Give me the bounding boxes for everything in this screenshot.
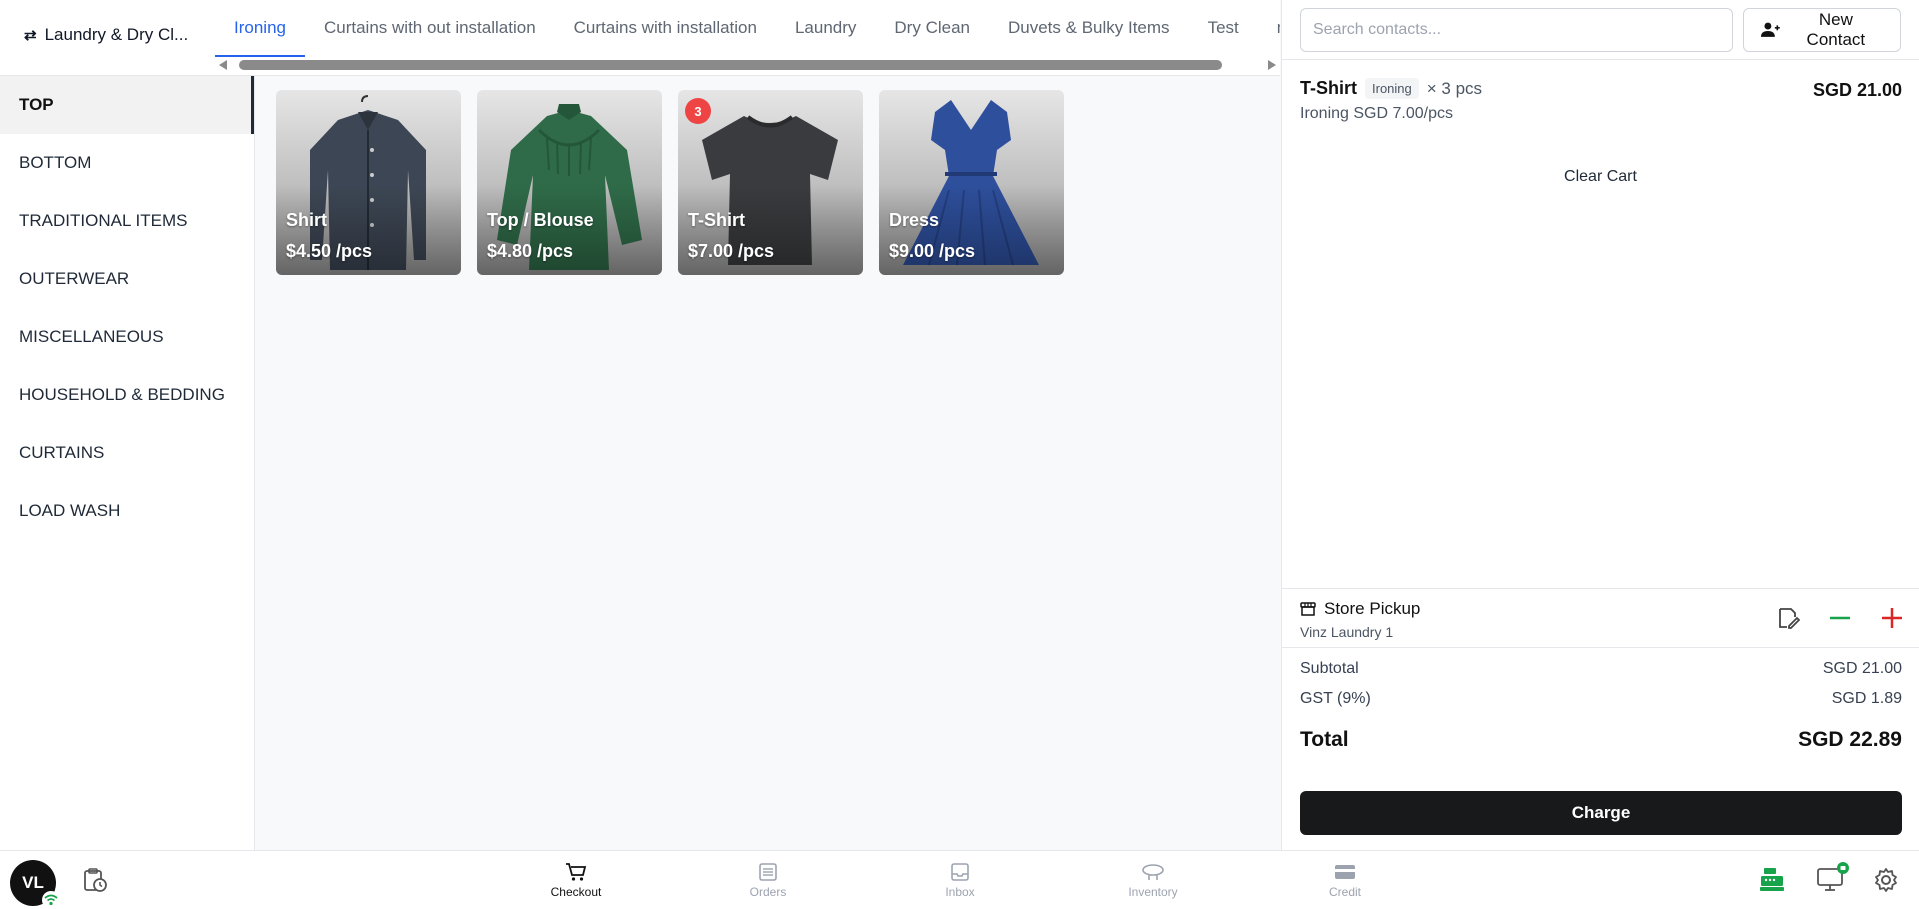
nav-credit[interactable]: Credit: [1285, 851, 1405, 909]
product-name: Top / Blouse: [487, 210, 594, 230]
monitor-icon[interactable]: [1816, 861, 1850, 893]
scrollbar-thumb[interactable]: [239, 60, 1222, 70]
category-household-bedding[interactable]: HOUSEHOLD & BEDDING: [0, 366, 254, 424]
category-load-wash[interactable]: LOAD WASH: [0, 482, 254, 540]
add-user-icon: [1760, 22, 1780, 37]
category-top[interactable]: TOP: [0, 76, 254, 134]
scroll-right-icon[interactable]: [1268, 60, 1276, 70]
nav-inventory[interactable]: Inventory: [1093, 851, 1213, 909]
gear-icon[interactable]: [1873, 867, 1899, 893]
line-item-total: SGD 21.00: [1812, 80, 1902, 100]
line-item-detail: Ironing SGD 7.00/pcs: [1300, 105, 1453, 122]
quantity-badge: 3: [685, 98, 711, 124]
order-totals: Subtotal SGD 21.00 GST (9%) SGD 1.89 Tot…: [1300, 660, 1902, 752]
tab-dry-clean[interactable]: Dry Clean: [875, 0, 989, 57]
credit-icon: [1335, 865, 1355, 879]
clipboard-clock-icon[interactable]: [82, 867, 108, 893]
product-card-t-shirt[interactable]: 3 T-Shirt $7.00 /pcs: [678, 90, 863, 275]
tab-curtains-with-installation[interactable]: Curtains with installation: [555, 0, 776, 57]
product-price: $4.80 /pcs: [487, 241, 574, 261]
category-outerwear[interactable]: OUTERWEAR: [0, 250, 254, 308]
subtotal-label: Subtotal: [1300, 660, 1359, 677]
line-item-name: T-Shirt: [1300, 78, 1357, 98]
product-card-dress[interactable]: Dress $9.00 /pcs: [879, 90, 1064, 275]
product-name: T-Shirt: [688, 210, 745, 230]
tab-ironing[interactable]: Ironing: [215, 0, 305, 57]
decrease-button[interactable]: [1825, 603, 1855, 633]
total-label: Total: [1300, 728, 1349, 751]
new-contact-button[interactable]: New Contact: [1742, 7, 1901, 52]
subtotal-value: SGD 21.00: [1822, 660, 1902, 677]
search-contacts-input[interactable]: [1300, 7, 1733, 52]
product-card-shirt[interactable]: Shirt $4.50 /pcs: [276, 90, 461, 275]
scroll-left-icon[interactable]: [219, 60, 227, 70]
nav-label: Orders: [749, 885, 787, 899]
tab-curtains-without-installation[interactable]: Curtains with out installation: [305, 0, 555, 57]
nav-checkout[interactable]: Checkout: [516, 851, 636, 909]
store-switcher[interactable]: ⇄ Laundry & Dry Cl...: [0, 0, 215, 70]
inventory-icon: [1142, 864, 1164, 880]
product-price: $9.00 /pcs: [889, 241, 976, 261]
new-contact-label: New Contact: [1806, 9, 1866, 49]
store-pickup-section: Store Pickup Vinz Laundry 1: [1282, 588, 1919, 648]
category-sidebar: TOP BOTTOM TRADITIONAL ITEMS OUTERWEAR M…: [0, 76, 255, 850]
swap-icon: ⇄: [24, 27, 37, 44]
edit-note-icon: [1779, 608, 1800, 629]
clear-cart-button[interactable]: Clear Cart: [1282, 168, 1919, 186]
nav-orders[interactable]: Orders: [708, 851, 828, 909]
product-name: Shirt: [286, 210, 328, 230]
cart-line-item[interactable]: T-Shirt Ironing × 3 pcs Ironing SGD 7.00…: [1282, 60, 1919, 150]
tab-test[interactable]: Test: [1189, 0, 1258, 57]
cart-header: New Contact: [1282, 0, 1919, 60]
minus-icon: [1830, 616, 1850, 620]
category-miscellaneous[interactable]: MISCELLANEOUS: [0, 308, 254, 366]
nav-inbox[interactable]: Inbox: [900, 851, 1020, 909]
category-bottom[interactable]: BOTTOM: [0, 134, 254, 192]
inbox-icon: [951, 863, 969, 881]
service-tabs: Ironing Curtains with out installation C…: [215, 0, 1280, 76]
product-grid: Shirt $4.50 /pcs Top / Blouse $4.80 /pcs…: [256, 76, 1280, 850]
line-item-service-tag: Ironing: [1365, 78, 1419, 99]
tab-duvets-bulky-items[interactable]: Duvets & Bulky Items: [989, 0, 1189, 57]
store-name: Laundry & Dry Cl...: [44, 25, 189, 44]
tab-laundry[interactable]: Laundry: [776, 0, 875, 57]
cart-panel: New Contact T-Shirt Ironing × 3 pcs Iron…: [1281, 0, 1919, 850]
increase-button[interactable]: [1877, 603, 1907, 633]
plus-icon: [1882, 608, 1902, 628]
orders-icon: [759, 863, 777, 881]
gst-value: SGD 1.89: [1831, 690, 1902, 707]
pickup-title: Store Pickup: [1324, 599, 1421, 618]
nav-label: Credit: [1328, 885, 1361, 899]
gst-label: GST (9%): [1300, 690, 1371, 707]
cash-register-icon[interactable]: [1758, 865, 1786, 893]
total-value: SGD 22.89: [1798, 728, 1902, 751]
line-item-quantity: × 3 pcs: [1426, 78, 1483, 98]
nav-label: Inventory: [1128, 885, 1178, 899]
cart-icon: [566, 863, 587, 881]
product-price: $7.00 /pcs: [688, 241, 775, 261]
bottom-nav-bar: VL Checkout Orders Inbox Inventory Credi…: [0, 850, 1919, 909]
category-curtains[interactable]: CURTAINS: [0, 424, 254, 482]
charge-button[interactable]: Charge: [1300, 791, 1902, 835]
nav-label: Inbox: [945, 885, 975, 899]
product-card-top-blouse[interactable]: Top / Blouse $4.80 /pcs: [477, 90, 662, 275]
store-icon: [1300, 602, 1316, 616]
nav-label: Checkout: [550, 885, 602, 899]
wifi-icon: [42, 891, 60, 909]
tab-more[interactable]: m: [1258, 0, 1280, 57]
product-price: $4.50 /pcs: [286, 241, 373, 261]
product-name: Dress: [889, 210, 940, 230]
top-bar: ⇄ Laundry & Dry Cl... Ironing Curtains w…: [0, 0, 1280, 76]
tabs-scrollbar[interactable]: [215, 58, 1280, 72]
category-traditional-items[interactable]: TRADITIONAL ITEMS: [0, 192, 254, 250]
edit-note-button[interactable]: [1773, 603, 1803, 633]
